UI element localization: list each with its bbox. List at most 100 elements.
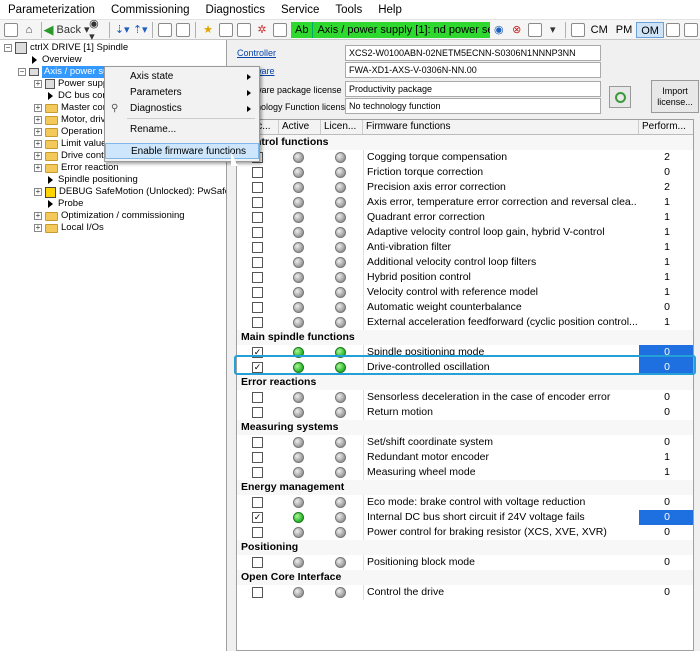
grid-icon[interactable] bbox=[683, 22, 699, 38]
ctx-axis-state[interactable]: Axis state bbox=[105, 69, 259, 85]
home-icon[interactable]: ⌂ bbox=[21, 22, 37, 38]
enable-checkbox[interactable] bbox=[252, 557, 263, 568]
tree-item-error-reaction[interactable]: + Error reaction bbox=[34, 162, 119, 174]
tree-item-operation-modes[interactable]: + Operation m bbox=[34, 126, 113, 138]
enable-checkbox[interactable] bbox=[252, 392, 263, 403]
enable-checkbox[interactable] bbox=[252, 212, 263, 223]
info-icon[interactable]: ◉ bbox=[491, 22, 507, 38]
drive-status-icon[interactable] bbox=[272, 22, 288, 38]
enable-checkbox[interactable] bbox=[252, 407, 263, 418]
tree-root[interactable]: − ctrlX DRIVE [1] Spindle bbox=[4, 42, 128, 54]
enable-checkbox[interactable] bbox=[252, 167, 263, 178]
back-button[interactable]: ◀ Back ▾ bbox=[43, 22, 89, 38]
tree-item-optimization[interactable]: + Optimization / commissioning bbox=[34, 210, 185, 222]
table-row[interactable]: Power control for braking resistor (XCS,… bbox=[237, 525, 693, 540]
license-led-icon bbox=[335, 452, 346, 463]
oscilloscope-icon[interactable] bbox=[236, 22, 252, 38]
table-row[interactable]: Anti-vibration filter 1 bbox=[237, 240, 693, 255]
mode-pm-button[interactable]: PM bbox=[612, 22, 637, 38]
menu-tools[interactable]: Tools bbox=[327, 4, 370, 16]
enable-checkbox[interactable] bbox=[252, 317, 263, 328]
table-row[interactable]: Friction torque correction 0 bbox=[237, 165, 693, 180]
table-row[interactable]: Hybrid position control 1 bbox=[237, 270, 693, 285]
menu-service[interactable]: Service bbox=[273, 4, 327, 16]
enable-checkbox[interactable] bbox=[252, 197, 263, 208]
favorite-star-icon[interactable]: ★ bbox=[200, 22, 216, 38]
table-row[interactable]: Precision axis error correction 2 bbox=[237, 180, 693, 195]
table-row[interactable]: Automatic weight counterbalance 0 bbox=[237, 300, 693, 315]
enable-checkbox[interactable] bbox=[252, 527, 263, 538]
menu-help[interactable]: Help bbox=[370, 4, 410, 16]
tree-item-dc-bus[interactable]: DC bus con bbox=[46, 90, 108, 102]
refresh-license-button[interactable] bbox=[609, 86, 631, 108]
table-row[interactable]: Sensorless deceleration in the case of e… bbox=[237, 390, 693, 405]
enable-checkbox[interactable] bbox=[252, 227, 263, 238]
settings-icon[interactable]: ✲ bbox=[254, 22, 270, 38]
group-header: Control functions bbox=[237, 135, 693, 150]
col-firmware-functions[interactable]: Firmware functions bbox=[363, 120, 639, 134]
menu-commissioning[interactable]: Commissioning bbox=[103, 4, 198, 16]
menu-diagnostics[interactable]: Diagnostics bbox=[198, 4, 273, 16]
col-performance[interactable]: Perform... bbox=[639, 120, 693, 134]
dropdown-icon[interactable]: ▾ bbox=[545, 22, 561, 38]
tree-item-overview[interactable]: Overview bbox=[30, 54, 82, 66]
col-active[interactable]: Active bbox=[279, 120, 321, 134]
tree-item-spindle-positioning[interactable]: Spindle positioning bbox=[46, 174, 138, 186]
table-row[interactable]: Eco mode: brake control with voltage red… bbox=[237, 495, 693, 510]
table-row[interactable]: Adaptive velocity control loop gain, hyb… bbox=[237, 225, 693, 240]
ctx-rename[interactable]: Rename... bbox=[105, 122, 259, 138]
tree-item-motor-drive[interactable]: + Motor, drive bbox=[34, 114, 111, 126]
enable-checkbox[interactable] bbox=[252, 257, 263, 268]
ctx-parameters[interactable]: Parameters bbox=[105, 85, 259, 101]
enable-checkbox[interactable] bbox=[252, 287, 263, 298]
tree-item-debug-safemotion[interactable]: + DEBUG SafeMotion (Unlocked): PwSafety bbox=[34, 186, 226, 198]
enable-checkbox[interactable] bbox=[252, 452, 263, 463]
forward-button[interactable]: ◉ ▾ bbox=[89, 18, 105, 43]
nav-up-icon[interactable]: ⇡▾ bbox=[132, 22, 148, 38]
window-icon[interactable] bbox=[218, 22, 234, 38]
controller-link[interactable]: Controller bbox=[237, 47, 276, 59]
table-row[interactable]: Positioning block mode 0 bbox=[237, 555, 693, 570]
enable-checkbox[interactable]: ✓ bbox=[252, 512, 263, 523]
tree-item-local-ios[interactable]: + Local I/Os bbox=[34, 222, 104, 234]
table-row[interactable]: Control the drive 0 bbox=[237, 585, 693, 600]
table-row[interactable]: Return motion 0 bbox=[237, 405, 693, 420]
table-row[interactable]: External acceleration feedforward (cycli… bbox=[237, 315, 693, 330]
table-row[interactable]: Measuring wheel mode 1 bbox=[237, 465, 693, 480]
error-clear-icon[interactable]: ⊗ bbox=[509, 22, 525, 38]
enable-checkbox[interactable] bbox=[252, 182, 263, 193]
table-row[interactable]: Velocity control with reference model 1 bbox=[237, 285, 693, 300]
table-row[interactable]: Redundant motor encoder 1 bbox=[237, 450, 693, 465]
enable-checkbox[interactable] bbox=[252, 437, 263, 448]
mode-icon[interactable] bbox=[570, 22, 586, 38]
drive-icon[interactable] bbox=[527, 22, 543, 38]
tree-item-probe[interactable]: Probe bbox=[46, 198, 83, 210]
enable-checkbox[interactable] bbox=[252, 302, 263, 313]
mode-om-button[interactable]: OM bbox=[636, 21, 664, 38]
table-row[interactable]: Set/shift coordinate system 0 bbox=[237, 435, 693, 450]
mode-cm-button[interactable]: CM bbox=[587, 22, 612, 38]
enable-checkbox[interactable] bbox=[252, 587, 263, 598]
table-row[interactable]: Cogging torque compensation 2 bbox=[237, 150, 693, 165]
flag-icon[interactable] bbox=[665, 22, 681, 38]
enable-checkbox[interactable] bbox=[252, 242, 263, 253]
menu-parameterization[interactable]: Parameterization bbox=[0, 4, 103, 16]
nav-down-icon[interactable]: ⇣▾ bbox=[114, 22, 130, 38]
tree-view-icon[interactable] bbox=[3, 22, 19, 38]
enable-checkbox[interactable] bbox=[252, 497, 263, 508]
table-row[interactable]: ✓ Internal DC bus short circuit if 24V vo… bbox=[237, 510, 693, 525]
active-led-icon bbox=[293, 467, 304, 478]
param-save-icon[interactable] bbox=[175, 22, 191, 38]
param-load-icon[interactable] bbox=[157, 22, 173, 38]
enable-checkbox[interactable] bbox=[252, 272, 263, 283]
ctx-diagnostics[interactable]: ⚲ Diagnostics bbox=[105, 101, 259, 117]
table-row[interactable]: Axis error, temperature error correction… bbox=[237, 195, 693, 210]
tree-item-limit-values[interactable]: + Limit values bbox=[34, 138, 111, 150]
import-license-button[interactable]: Import license... bbox=[651, 80, 699, 113]
tree-item-drive-control[interactable]: + Drive contro bbox=[34, 150, 112, 162]
table-row[interactable]: Additional velocity control loop filters… bbox=[237, 255, 693, 270]
table-row[interactable]: Quadrant error correction 1 bbox=[237, 210, 693, 225]
enable-checkbox[interactable] bbox=[252, 467, 263, 478]
col-license[interactable]: Licen... bbox=[321, 120, 363, 134]
tree-item-power-supply[interactable]: + Power supply bbox=[34, 78, 115, 90]
